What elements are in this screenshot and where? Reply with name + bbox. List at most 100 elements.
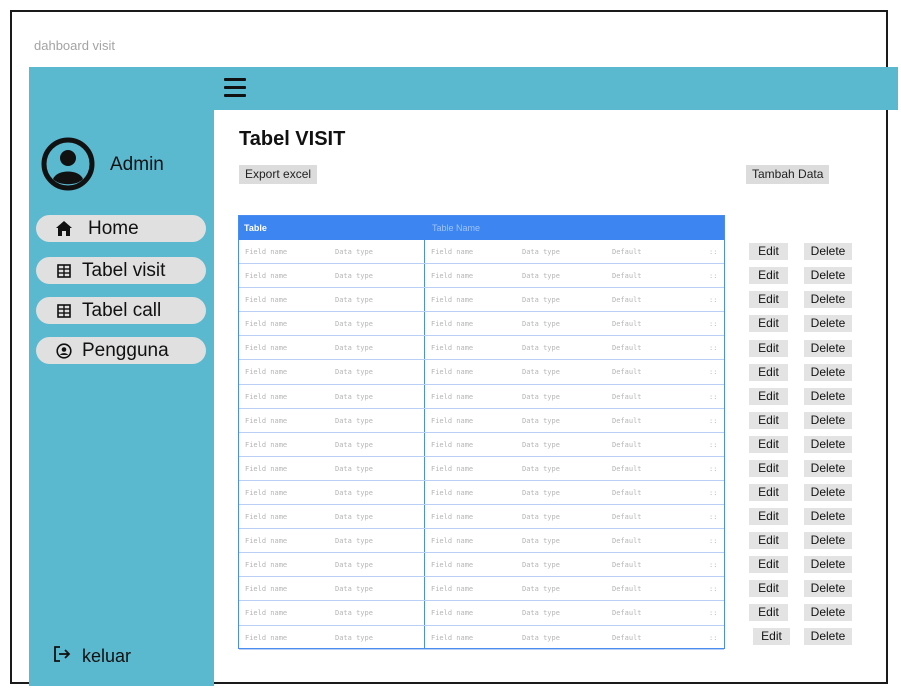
- delete-button[interactable]: Delete: [804, 388, 852, 405]
- table-header-label: Table: [244, 223, 267, 233]
- table-cell: Field name: [245, 561, 288, 570]
- sidebar-item-tabel-visit[interactable]: Tabel visit: [36, 257, 206, 284]
- edit-button[interactable]: Edit: [749, 315, 788, 332]
- delete-button[interactable]: Delete: [804, 460, 852, 477]
- table-cell: Data type: [335, 488, 373, 497]
- delete-button[interactable]: Delete: [804, 580, 852, 597]
- table-cell: Field name: [431, 248, 474, 256]
- delete-button[interactable]: Delete: [804, 315, 852, 332]
- table-cell: Field name: [431, 513, 474, 522]
- delete-button[interactable]: Delete: [804, 340, 852, 357]
- table-cell: Data type: [335, 344, 373, 353]
- table-cell: Field name: [245, 513, 288, 522]
- delete-button[interactable]: Delete: [804, 532, 852, 549]
- edit-button[interactable]: Edit: [749, 388, 788, 405]
- sidebar-item-label: Tabel call: [82, 299, 162, 321]
- delete-button[interactable]: Delete: [804, 604, 852, 621]
- table-cell: Data type: [522, 320, 560, 329]
- table-cell: Default: [612, 609, 642, 618]
- table-cell: Default: [612, 248, 642, 256]
- table-row: Field name Data type Field name Data type De…: [239, 601, 724, 626]
- table-cell: Default: [612, 440, 642, 449]
- delete-button[interactable]: Delete: [804, 412, 852, 429]
- table-cell: Data type: [522, 392, 560, 401]
- user-name: Admin: [110, 154, 164, 175]
- edit-button[interactable]: Edit: [749, 484, 788, 501]
- table-cell: ::: [709, 272, 718, 281]
- table-row: Field name Data type Field name Data type De…: [239, 288, 724, 313]
- edit-button[interactable]: Edit: [749, 412, 788, 429]
- edit-button[interactable]: Edit: [749, 340, 788, 357]
- sidebar-item-label: Home: [88, 217, 139, 239]
- table-cell: Data type: [522, 513, 560, 522]
- table-cell: ::: [709, 368, 718, 377]
- table-cell: Data type: [335, 272, 373, 281]
- user-avatar-icon: [41, 137, 95, 191]
- delete-button[interactable]: Delete: [804, 364, 852, 381]
- table-cell: ::: [709, 609, 718, 618]
- sidebar: [29, 110, 214, 686]
- edit-button[interactable]: Edit: [753, 628, 790, 645]
- table-cell: Field name: [431, 344, 474, 353]
- table-cell: Default: [612, 296, 642, 305]
- edit-button[interactable]: Edit: [749, 508, 788, 525]
- edit-button[interactable]: Edit: [749, 604, 788, 621]
- edit-button[interactable]: Edit: [749, 364, 788, 381]
- table-cell: Field name: [431, 296, 474, 305]
- delete-button[interactable]: Delete: [804, 556, 852, 573]
- table-header: Table Table Name: [239, 216, 724, 240]
- top-bar: [29, 67, 898, 110]
- table-row: Field name Data type Field name Data type De…: [239, 457, 724, 481]
- table-row: Field name Data type Field name Data type De…: [239, 336, 724, 361]
- table-cell: Data type: [522, 561, 560, 570]
- table-cell: Default: [612, 392, 642, 401]
- table-cell: Field name: [431, 320, 474, 329]
- delete-button[interactable]: Delete: [804, 484, 852, 501]
- edit-button[interactable]: Edit: [749, 291, 788, 308]
- table-cell: Field name: [245, 633, 288, 642]
- add-data-button[interactable]: Tambah Data: [746, 165, 830, 184]
- sidebar-item-label: Tabel visit: [82, 259, 166, 281]
- table-cell: Field name: [245, 248, 288, 256]
- export-excel-button[interactable]: Export excel: [239, 165, 318, 184]
- table-row: Field name Data type Field name Data type De…: [239, 264, 724, 289]
- table-cell: ::: [709, 320, 718, 329]
- delete-button[interactable]: Delete: [804, 508, 852, 525]
- table-cell: Field name: [431, 464, 474, 473]
- delete-button[interactable]: Delete: [804, 291, 852, 308]
- table-cell: ::: [709, 561, 718, 570]
- edit-button[interactable]: Edit: [749, 267, 788, 284]
- delete-button[interactable]: Delete: [804, 267, 852, 284]
- table-cell: ::: [709, 440, 718, 449]
- sidebar-item-pengguna[interactable]: Pengguna: [36, 337, 206, 364]
- table-cell: Data type: [335, 416, 373, 425]
- table-cell: Field name: [431, 585, 474, 594]
- delete-button[interactable]: Delete: [804, 628, 852, 645]
- table-cell: Default: [612, 344, 642, 353]
- edit-button[interactable]: Edit: [749, 532, 788, 549]
- table-cell: Field name: [431, 416, 474, 425]
- delete-button[interactable]: Delete: [804, 243, 852, 260]
- edit-button[interactable]: Edit: [749, 460, 788, 477]
- edit-button[interactable]: Edit: [749, 243, 788, 260]
- table-cell: Default: [612, 633, 642, 642]
- edit-button[interactable]: Edit: [749, 436, 788, 453]
- table-cell: Data type: [522, 633, 560, 642]
- table-icon: [54, 263, 74, 278]
- table-cell: Field name: [245, 537, 288, 546]
- sidebar-item-home[interactable]: Home: [36, 215, 206, 242]
- table-cell: Field name: [245, 344, 288, 353]
- table-cell: ::: [709, 248, 718, 256]
- app-title: dahboard visit: [34, 38, 115, 53]
- edit-button[interactable]: Edit: [749, 580, 788, 597]
- table-cell: Field name: [431, 561, 474, 570]
- logout-button[interactable]: keluar: [52, 645, 131, 668]
- table-cell: Data type: [335, 464, 373, 473]
- delete-button[interactable]: Delete: [804, 436, 852, 453]
- table-cell: Data type: [522, 344, 560, 353]
- table-row: Field name Data type Field name Data type De…: [239, 505, 724, 530]
- hamburger-menu-icon[interactable]: [224, 78, 246, 98]
- table-cell: Field name: [431, 633, 474, 642]
- edit-button[interactable]: Edit: [749, 556, 788, 573]
- sidebar-item-tabel-call[interactable]: Tabel call: [36, 297, 206, 324]
